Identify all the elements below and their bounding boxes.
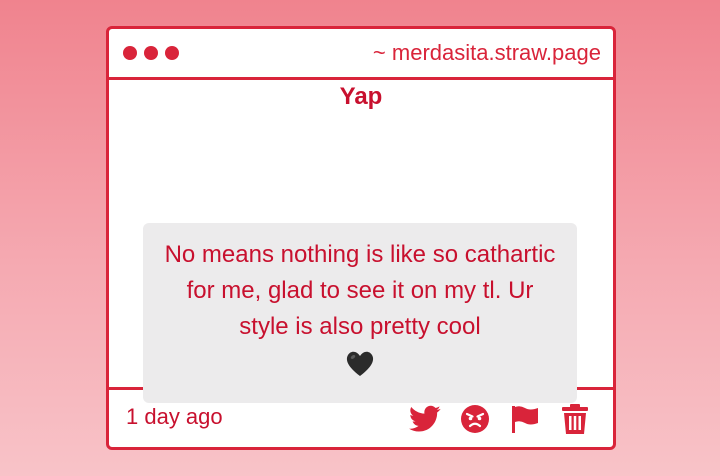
- twitter-bird-icon: [409, 405, 441, 432]
- flag-icon: [512, 406, 538, 433]
- report-flag-button[interactable]: [509, 403, 541, 435]
- angry-reaction-button[interactable]: [459, 403, 491, 435]
- post-card: ~ merdasita.straw.page Yap No means noth…: [106, 26, 616, 450]
- post-footer: 1 day ago: [109, 390, 613, 447]
- black-heart-icon: [344, 347, 376, 379]
- message-box: No means nothing is like so cathartic fo…: [143, 223, 577, 403]
- trash-icon: [562, 404, 588, 434]
- angry-face-icon: [461, 405, 489, 433]
- post-actions: [409, 403, 591, 435]
- delete-button[interactable]: [559, 403, 591, 435]
- message-text: No means nothing is like so cathartic fo…: [164, 241, 556, 340]
- post-heading: Yap: [339, 83, 383, 110]
- twitter-share-button[interactable]: [409, 403, 441, 435]
- post-content: Yap No means nothing is like so catharti…: [109, 80, 613, 403]
- post-timestamp: 1 day ago: [126, 404, 223, 429]
